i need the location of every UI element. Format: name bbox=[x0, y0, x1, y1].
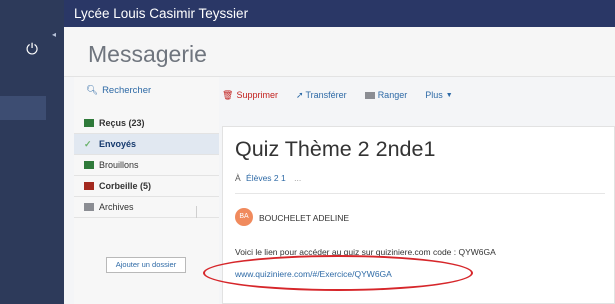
message-title: Quiz Thème 2 2nde1 bbox=[235, 137, 436, 161]
more-recipients[interactable]: ... bbox=[294, 173, 301, 183]
forward-icon: ➚ bbox=[295, 89, 304, 100]
more-label: Plus bbox=[425, 90, 443, 100]
folder-label: Brouillons bbox=[99, 160, 139, 170]
nav-rail-active-item[interactable] bbox=[0, 96, 46, 120]
search-link[interactable]: 🔍︎ Rechercher bbox=[86, 85, 151, 96]
red-annotation-circle bbox=[203, 255, 473, 291]
to-prefix: À bbox=[235, 173, 241, 183]
search-label: Rechercher bbox=[102, 85, 152, 96]
folder-column: 🔍︎ Rechercher Reçus (23) ✓ Envoyés Brouil… bbox=[74, 77, 219, 304]
page-header: Messagerie bbox=[64, 27, 615, 77]
delete-icon: 🗑︎ bbox=[222, 89, 234, 100]
archive-folder-icon bbox=[364, 91, 375, 99]
drafts-icon bbox=[84, 161, 94, 169]
left-nav-rail: ⏻ ◂ bbox=[0, 0, 64, 304]
header-separator bbox=[235, 193, 605, 194]
folder-trash[interactable]: Corbeille (5) bbox=[74, 176, 219, 197]
school-name: Lycée Louis Casimir Teyssier bbox=[74, 6, 249, 21]
power-icon[interactable]: ⏻ bbox=[22, 40, 42, 60]
forward-label: Transférer bbox=[305, 90, 347, 100]
sender-name: BOUCHELET ADELINE bbox=[259, 213, 350, 223]
archive-label: Ranger bbox=[377, 90, 408, 100]
folder-label: Envoyés bbox=[99, 139, 137, 149]
folder-sent[interactable]: ✓ Envoyés bbox=[74, 134, 219, 155]
folder-drafts[interactable]: Brouillons bbox=[74, 155, 219, 176]
forward-button[interactable]: ➚ Transférer bbox=[296, 90, 347, 101]
more-button[interactable]: Plus ▼ bbox=[425, 90, 452, 100]
add-folder-button[interactable]: Ajouter un dossier bbox=[106, 257, 186, 273]
chevron-down-icon: ▼ bbox=[445, 91, 453, 99]
delete-button[interactable]: 🗑︎ Supprimer bbox=[222, 90, 278, 101]
collapse-icon[interactable]: ◂ bbox=[52, 30, 60, 40]
message-toolbar: 🗑︎ Supprimer ➚ Transférer Ranger Plus ▼ bbox=[222, 85, 471, 105]
column-divider bbox=[196, 206, 197, 218]
recipients-line: À Élèves 2 1 ... bbox=[235, 173, 301, 183]
page-title: Messagerie bbox=[88, 41, 207, 67]
folder-label: Reçus (23) bbox=[99, 118, 145, 128]
folder-archives[interactable]: Archives bbox=[74, 197, 219, 218]
recipient-link[interactable]: Élèves 2 1 bbox=[246, 173, 286, 183]
avatar: BA bbox=[235, 208, 253, 226]
top-bar: Lycée Louis Casimir Teyssier bbox=[64, 0, 615, 27]
archive-button[interactable]: Ranger bbox=[364, 90, 408, 100]
delete-label: Supprimer bbox=[236, 90, 278, 100]
folder-label: Archives bbox=[99, 202, 134, 212]
folder-received[interactable]: Reçus (23) bbox=[74, 113, 219, 134]
folder-list: Reçus (23) ✓ Envoyés Brouillons Corbeill… bbox=[74, 113, 219, 218]
sent-icon: ✓ bbox=[84, 138, 92, 149]
search-icon: 🔍︎ bbox=[86, 85, 99, 96]
archive-icon bbox=[84, 203, 94, 211]
folder-label: Corbeille (5) bbox=[99, 181, 152, 191]
inbox-icon bbox=[84, 119, 94, 127]
trash-icon bbox=[84, 182, 94, 190]
